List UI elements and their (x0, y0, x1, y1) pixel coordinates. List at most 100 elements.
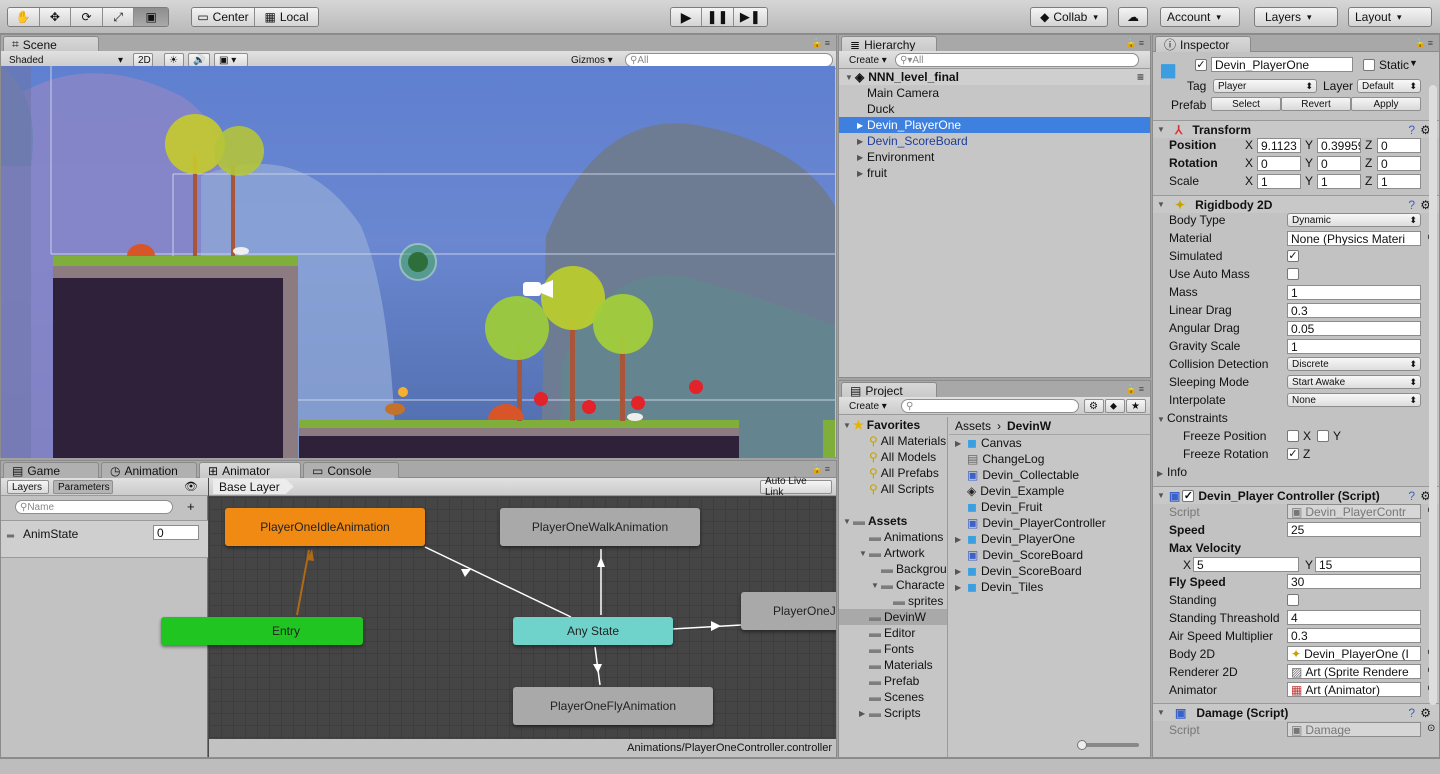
collab-button[interactable]: ◆ Collab (1030, 7, 1108, 27)
position-x-field[interactable]: 9.1123 (1257, 138, 1301, 153)
folder-item[interactable]: ▬ Animations (839, 529, 947, 545)
project-search-input[interactable]: ⚲ (901, 399, 1079, 413)
tab-animation[interactable]: ◷ Animation (101, 462, 197, 478)
static-checkbox[interactable] (1363, 59, 1375, 71)
tag-dropdown[interactable]: Player (1213, 79, 1317, 93)
parameter-search-input[interactable]: ⚲ Name (15, 500, 173, 514)
layer-dropdown[interactable]: Default (1357, 79, 1421, 93)
scale-z-field[interactable]: 1 (1377, 174, 1421, 189)
collision-dropdown[interactable]: Discrete (1287, 357, 1421, 371)
project-file-item[interactable]: ◼ Devin_Fruit (949, 499, 1150, 515)
breadcrumb-devinw[interactable]: DevinW (1007, 419, 1051, 433)
object-active-checkbox[interactable]: ✓ (1195, 59, 1207, 71)
tab-project[interactable]: ▤ Project (841, 382, 937, 398)
fly-speed-field[interactable]: 30 (1287, 574, 1421, 589)
filter-by-label-icon[interactable]: ⬥ (1105, 399, 1125, 413)
state-node-entry[interactable]: Entry (161, 617, 363, 645)
mass-field[interactable]: 1 (1287, 285, 1421, 300)
scene-menu-icon[interactable]: ≡ (1137, 70, 1144, 84)
tab-game[interactable]: ▤ Game (3, 462, 99, 478)
hierarchy-item[interactable]: ▶ Devin_PlayerOne (839, 117, 1150, 133)
favorite-item[interactable]: ⚲ All Models (839, 449, 947, 465)
lighting-icon[interactable]: ☀ (164, 53, 184, 67)
folder-item[interactable]: ▬ Scenes (839, 689, 947, 705)
help-icon[interactable]: ? (1408, 489, 1415, 503)
sleeping-dropdown[interactable]: Start Awake (1287, 375, 1421, 389)
panel-menu-icon[interactable]: 🔒≡ (1415, 38, 1435, 49)
rect-tool-icon[interactable]: ▣ (134, 8, 168, 26)
chevron-down-icon[interactable]: ▼ (1409, 58, 1418, 68)
add-parameter-icon[interactable]: + (187, 499, 195, 514)
angular-drag-field[interactable]: 0.05 (1287, 321, 1421, 336)
icon-size-slider-thumb[interactable] (1077, 740, 1087, 750)
renderer-field[interactable]: ▨ Art (Sprite Rendere (1287, 664, 1421, 679)
account-dropdown[interactable]: Account (1160, 7, 1240, 27)
folder-item[interactable]: ▬ sprites (839, 593, 947, 609)
tab-hierarchy[interactable]: ≣ Hierarchy (841, 36, 937, 52)
body2d-field[interactable]: ✦ Devin_PlayerOne (I (1287, 646, 1421, 661)
hierarchy-item[interactable]: ▶ fruit (839, 165, 1150, 181)
hierarchy-create-button[interactable]: Create ▾ (845, 53, 889, 67)
shading-dropdown[interactable]: Shaded ▾ (5, 53, 125, 67)
project-file-item[interactable]: ▤ ChangeLog (949, 451, 1150, 467)
help-icon[interactable]: ? (1408, 706, 1415, 720)
player-controller-header[interactable]: ▼ ▣ ✓ Devin_Player Controller (Script) ⚙… (1153, 486, 1439, 504)
hierarchy-item[interactable]: ▶ Environment (839, 149, 1150, 165)
air-speed-field[interactable]: 0.3 (1287, 628, 1421, 643)
favorite-item[interactable]: ⚲ All Prefabs (839, 465, 947, 481)
prefab-revert-button[interactable]: Revert (1281, 97, 1351, 111)
position-y-field[interactable]: 0.39959 (1317, 138, 1361, 153)
state-node-fly[interactable]: PlayerOneFlyAnimation (513, 687, 713, 725)
gravity-scale-field[interactable]: 1 (1287, 339, 1421, 354)
damage-script-field[interactable]: ▣ Damage (1287, 722, 1421, 737)
use-auto-mass-checkbox[interactable] (1287, 268, 1299, 280)
base-layer-breadcrumb[interactable]: Base Layer (213, 479, 294, 494)
hierarchy-item[interactable]: ▶ Devin_ScoreBoard (839, 133, 1150, 149)
parameter-name[interactable]: AnimState (23, 527, 78, 541)
move-tool-icon[interactable]: ✥ (39, 8, 72, 26)
project-file-item[interactable]: ▶ ◼ Canvas (949, 435, 1150, 451)
inspector-scrollbar[interactable] (1429, 85, 1437, 705)
layout-dropdown[interactable]: Layout (1348, 7, 1432, 27)
folder-item[interactable]: ▬ Prefab (839, 673, 947, 689)
hierarchy-search-input[interactable]: ⚲▾ All (895, 53, 1139, 67)
prefab-select-button[interactable]: Select (1211, 97, 1281, 111)
info-foldout[interactable]: ▶ Info (1157, 465, 1187, 479)
project-file-item[interactable]: ▣ Devin_PlayerController (949, 515, 1150, 531)
panel-menu-icon[interactable]: 🔒≡ (1126, 384, 1146, 395)
rigidbody-header[interactable]: ▼ ✦ Rigidbody 2D ⚙ ? (1153, 195, 1439, 213)
eye-icon[interactable]: 👁 (184, 480, 198, 493)
prefab-apply-button[interactable]: Apply (1351, 97, 1421, 111)
controller-script-field[interactable]: ▣ Devin_PlayerContr (1287, 504, 1421, 519)
tab-console[interactable]: ▭ Console (303, 462, 399, 478)
pause-icon[interactable]: ❚❚ (702, 8, 734, 26)
max-velocity-y-field[interactable]: 15 (1315, 557, 1421, 572)
object-picker-icon[interactable]: ⊙ (1427, 723, 1435, 734)
animator-field[interactable]: ▦ Art (Animator) (1287, 682, 1421, 697)
parameter-row[interactable]: ═ AnimState 0 (1, 520, 208, 558)
project-file-item[interactable]: ▶ ◼ Devin_PlayerOne (949, 531, 1150, 547)
audio-icon[interactable]: 🔊 (188, 53, 210, 67)
max-velocity-x-field[interactable]: 5 (1193, 557, 1299, 572)
pivot-center-button[interactable]: ▭ Center (192, 8, 256, 26)
transform-header[interactable]: ▼ ⅄ Transform ⚙ ? (1153, 120, 1439, 138)
simulated-checkbox[interactable]: ✓ (1287, 250, 1299, 262)
scene-root-row[interactable]: ▼ ◈ NNN_level_final ≡ (839, 69, 1150, 85)
drag-handle-icon[interactable]: ═ (7, 531, 14, 542)
position-z-field[interactable]: 0 (1377, 138, 1421, 153)
help-icon[interactable]: ? (1408, 123, 1415, 137)
material-field[interactable]: None (Physics Materi (1287, 231, 1421, 246)
freeze-position-y-checkbox[interactable] (1317, 430, 1329, 442)
folder-item[interactable]: ▶ ▬ Scripts (839, 705, 947, 721)
damage-header[interactable]: ▼ ▣ Damage (Script) ⚙ ? (1153, 703, 1439, 721)
scale-x-field[interactable]: 1 (1257, 174, 1301, 189)
state-node-idle[interactable]: PlayerOneIdleAnimation (225, 508, 425, 546)
favorite-item[interactable]: ⚲ All Materials (839, 433, 947, 449)
project-file-item[interactable]: ▣ Devin_Collectable (949, 467, 1150, 483)
project-file-item[interactable]: ▶ ◼ Devin_ScoreBoard (949, 563, 1150, 579)
panel-menu-icon[interactable]: 🔒≡ (812, 464, 832, 475)
project-file-item[interactable]: ▣ Devin_ScoreBoard (949, 547, 1150, 563)
folder-item[interactable]: ▬ DevinW (839, 609, 947, 625)
step-icon[interactable]: ▶❚ (733, 8, 767, 26)
parameter-value-field[interactable]: 0 (153, 525, 199, 540)
